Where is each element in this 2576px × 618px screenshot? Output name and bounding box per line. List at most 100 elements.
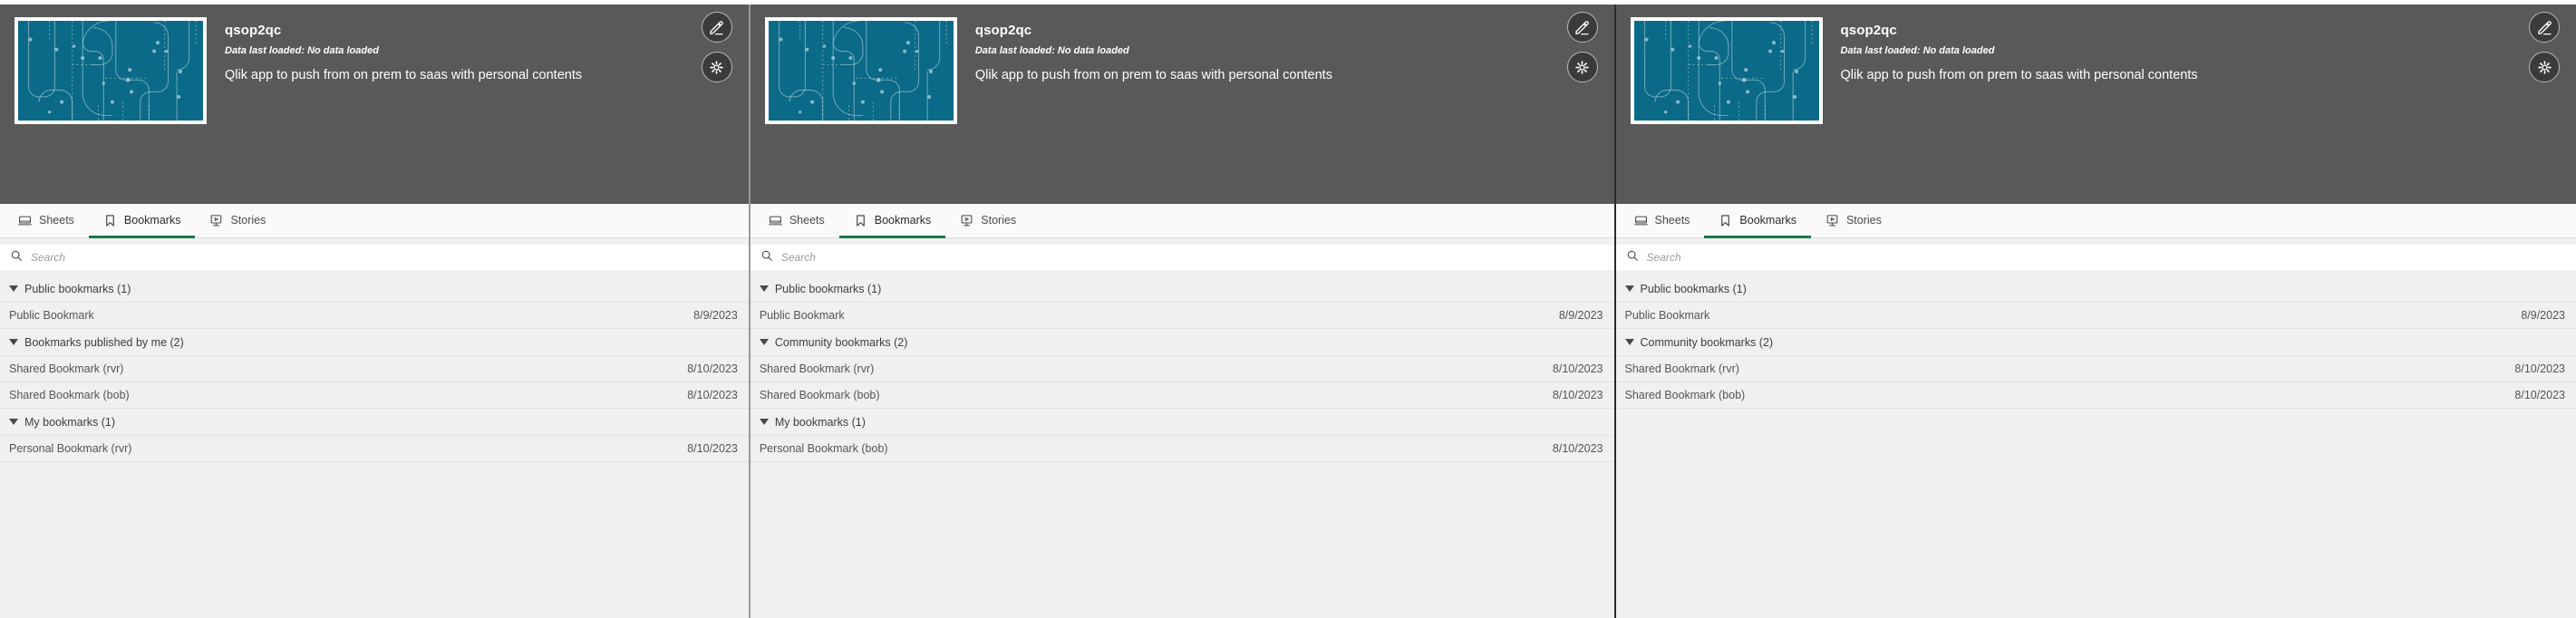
app-settings-button[interactable] (2529, 52, 2560, 82)
bookmark-date: 8/10/2023 (687, 389, 738, 401)
bookmark-group-header[interactable]: Public bookmarks (1) (1615, 275, 2576, 303)
app-thumbnail (15, 17, 207, 124)
chevron-down-icon (759, 419, 769, 425)
bookmark-date: 8/9/2023 (1558, 309, 1603, 322)
app-last-loaded: Data last loaded: No data loaded (974, 44, 1129, 56)
tab-label: Stories (230, 214, 266, 227)
app-meta: qsop2qc Data last loaded: No data loaded Q… (225, 17, 582, 82)
panel-1: qsop2qc Data last loaded: No data loaded Q… (0, 0, 749, 618)
chevron-down-icon (759, 285, 769, 292)
search-container (750, 238, 1614, 275)
app-last-loaded: Data last loaded: No data loaded (1840, 44, 1995, 56)
chevron-down-icon (1624, 285, 1634, 292)
tab-label: Sheets (789, 214, 825, 227)
bookmark-date: 8/10/2023 (2514, 389, 2565, 401)
bookmark-list: Public bookmarks (1) Public Bookmark 8/9/2… (1615, 275, 2576, 618)
app-title: qsop2qc (974, 23, 1032, 38)
bookmark-name: Shared Bookmark (rvr) (759, 362, 875, 375)
search-input[interactable] (31, 251, 739, 264)
edit-app-button[interactable] (1566, 12, 1598, 43)
bookmark-row[interactable]: Personal Bookmark (rvr) 8/10/2023 (0, 436, 749, 462)
group-title: Community bookmarks (2) (774, 335, 908, 349)
app-header: qsop2qc Data last loaded: No data loaded Q… (750, 5, 1614, 204)
group-title: Bookmarks published by me (2) (24, 335, 184, 349)
bookmark-row[interactable]: Shared Bookmark (bob) 8/10/2023 (750, 382, 1614, 409)
bookmark-group-header[interactable]: Public bookmarks (1) (0, 275, 749, 303)
tab-label: Bookmarks (1739, 214, 1796, 227)
bookmark-row[interactable]: Personal Bookmark (bob) 8/10/2023 (750, 436, 1614, 462)
tab-sheets[interactable]: Sheets (4, 205, 89, 238)
panel-2: qsop2qc Data last loaded: No data loaded Q… (750, 0, 1614, 618)
bookmark-icon (1719, 214, 1732, 227)
bookmark-row[interactable]: Public Bookmark 8/9/2023 (750, 303, 1614, 329)
bookmark-group-header[interactable]: Community bookmarks (2) (750, 329, 1614, 356)
header-actions (2529, 12, 2560, 82)
app-title: qsop2qc (225, 23, 282, 38)
bookmark-date: 8/10/2023 (2514, 362, 2565, 375)
search-container (1615, 238, 2576, 275)
sheet-icon (768, 214, 782, 227)
app-meta: qsop2qc Data last loaded: No data loaded Q… (975, 17, 1332, 82)
group-title: My bookmarks (1) (24, 415, 116, 429)
bookmark-group-header[interactable]: My bookmarks (1) (0, 409, 749, 436)
bookmark-row[interactable]: Shared Bookmark (rvr) 8/10/2023 (1615, 356, 2576, 382)
app-thumbnail (1630, 17, 1823, 124)
bookmark-icon (854, 214, 867, 227)
tab-stories[interactable]: Stories (195, 205, 280, 238)
app-settings-button[interactable] (1566, 52, 1598, 82)
bookmark-date: 8/10/2023 (1552, 362, 1603, 375)
app-meta: qsop2qc Data last loaded: No data loaded Q… (1841, 17, 2198, 82)
bookmark-name: Public Bookmark (759, 309, 845, 322)
bookmark-group-header[interactable]: My bookmarks (1) (750, 409, 1614, 436)
bookmark-row[interactable]: Shared Bookmark (bob) 8/10/2023 (0, 382, 749, 409)
bookmark-group-header[interactable]: Community bookmarks (2) (1615, 329, 2576, 356)
tab-stories[interactable]: Stories (945, 205, 1031, 238)
bookmark-list: Public bookmarks (1) Public Bookmark 8/9/2… (0, 275, 749, 618)
bookmark-name: Public Bookmark (9, 309, 94, 322)
tab-label: Bookmarks (123, 214, 181, 227)
tab-bookmarks[interactable]: Bookmarks (838, 205, 946, 238)
bookmark-name: Personal Bookmark (bob) (759, 442, 888, 455)
bookmark-row[interactable]: Shared Bookmark (rvr) 8/10/2023 (750, 356, 1614, 382)
search-box[interactable] (1615, 245, 2576, 270)
app-title: qsop2qc (1840, 23, 1897, 38)
search-box[interactable] (750, 245, 1614, 270)
group-title: Public bookmarks (1) (774, 282, 882, 295)
header-actions (1566, 12, 1598, 82)
app-settings-button[interactable] (701, 52, 732, 82)
search-box[interactable] (0, 245, 749, 270)
edit-app-button[interactable] (2529, 12, 2560, 43)
bookmark-row[interactable]: Public Bookmark 8/9/2023 (1615, 303, 2576, 329)
group-title: Public bookmarks (1) (24, 282, 131, 295)
tab-bookmarks[interactable]: Bookmarks (1704, 205, 1811, 238)
app-description: Qlik app to push from on prem to saas wi… (225, 67, 583, 82)
bookmark-date: 8/9/2023 (693, 309, 738, 322)
search-container (0, 238, 749, 275)
search-input[interactable] (1646, 251, 2566, 264)
bookmark-row[interactable]: Shared Bookmark (bob) 8/10/2023 (1615, 382, 2576, 409)
app-last-loaded: Data last loaded: No data loaded (225, 44, 379, 56)
bookmark-date: 8/10/2023 (1552, 442, 1603, 455)
bookmark-icon (103, 214, 117, 227)
edit-app-button[interactable] (701, 12, 732, 43)
sheet-icon (18, 214, 32, 227)
bookmark-group-header[interactable]: Public bookmarks (1) (750, 275, 1614, 303)
tab-sheets[interactable]: Sheets (1620, 205, 1705, 238)
group-title: My bookmarks (1) (774, 415, 866, 429)
bookmark-name: Shared Bookmark (bob) (1624, 389, 1746, 401)
app-description: Qlik app to push from on prem to saas wi… (974, 67, 1332, 82)
bookmark-name: Shared Bookmark (bob) (759, 389, 880, 401)
tab-stories[interactable]: Stories (1811, 205, 1896, 238)
bookmark-group-header[interactable]: Bookmarks published by me (2) (0, 329, 749, 356)
bookmark-row[interactable]: Shared Bookmark (rvr) 8/10/2023 (0, 356, 749, 382)
chevron-down-icon (9, 419, 18, 425)
tab-label: Bookmarks (874, 214, 932, 227)
bookmark-date: 8/10/2023 (687, 362, 738, 375)
tab-sheets[interactable]: Sheets (754, 205, 839, 238)
search-input[interactable] (780, 251, 1604, 264)
chevron-down-icon (1624, 339, 1634, 345)
group-title: Community bookmarks (2) (1640, 335, 1774, 349)
bookmark-row[interactable]: Public Bookmark 8/9/2023 (0, 303, 749, 329)
tab-bookmarks[interactable]: Bookmarks (88, 205, 196, 238)
story-icon (960, 214, 973, 227)
